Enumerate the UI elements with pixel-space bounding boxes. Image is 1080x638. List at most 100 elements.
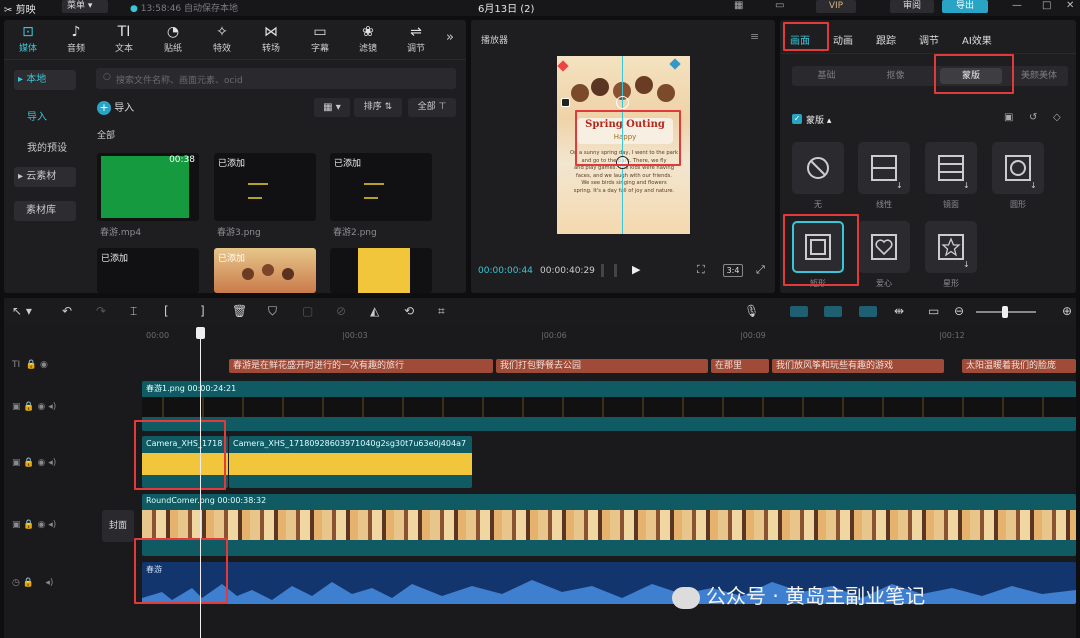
split-icon[interactable]: ⌶ [130,304,137,319]
review-button[interactable]: 审阅 [890,0,934,13]
sidebar-item-import[interactable]: 导入 [27,108,47,123]
media-item-3[interactable]: 已添加 [97,248,199,293]
reverse-icon[interactable]: ⊘ [336,304,346,318]
subtab-cutout[interactable]: 抠像 [861,66,930,86]
expand-icon[interactable]: » [446,30,454,45]
media-item-0[interactable]: 00:38 [97,153,199,221]
magnet-toggle-icon[interactable] [824,306,842,317]
keyframe-icon[interactable]: ▣ [1004,112,1013,123]
category-audio[interactable]: ♪ 音频 [56,24,96,54]
tab-adjust[interactable]: 调节 [919,32,939,47]
trim-left-icon[interactable]: [ [164,304,169,318]
media-item-1[interactable]: 已添加 [214,153,316,221]
tab-tracking[interactable]: 跟踪 [876,32,896,47]
eye-icon: ◉ [37,520,46,530]
mask-option-circle[interactable]: ↓ [992,142,1044,194]
subtitle-clip[interactable]: 太阳温暖着我们的脸庞 [962,359,1076,373]
cover-button[interactable]: 封面 [102,510,134,542]
mask-option-star[interactable]: ↓ [925,221,977,273]
view-toggle-button[interactable]: ▦ ▾ [314,98,350,117]
video-clip-roundcorner[interactable]: RoundComer.png 00:00:38:32 [142,494,1076,556]
layout-icon[interactable]: ▦ [734,0,743,11]
media-item-5[interactable] [330,248,432,293]
zoom-out-icon[interactable]: ⊖ [954,304,964,318]
center-align-icon[interactable]: ⇹ [894,304,904,318]
mask-option-mirror[interactable]: ↓ [925,142,977,194]
subtitle-clip[interactable]: 我们放风筝和玩些有趣的游戏 [772,359,944,373]
mask-enable-checkbox[interactable]: ✓ [792,114,802,124]
media-item-2[interactable]: 已添加 [330,153,432,221]
zoom-slider-handle[interactable] [1002,306,1008,318]
mirror-icon[interactable]: ◭ [370,304,379,318]
undo-icon[interactable]: ↶ [62,304,72,318]
maximize-icon[interactable]: □ [1042,0,1051,11]
sidebar-item-library[interactable]: 素材库 [14,201,76,221]
vip-button[interactable]: VIP [816,0,856,13]
close-icon[interactable]: ✕ [1066,0,1074,11]
frame-icon[interactable] [601,264,617,277]
menu-button[interactable]: 菜单 ▾ [62,0,108,13]
tab-ai-effects[interactable]: AI效果 [962,32,992,47]
mirror-mask-icon: ↓ [938,155,970,190]
mask-option-heart[interactable] [858,221,910,273]
microphone-icon[interactable]: 🎙 [744,304,759,318]
trim-right-icon[interactable]: ] [200,304,205,318]
delete-icon[interactable]: 🗑 [232,304,247,318]
clip-filmstrip [229,453,472,475]
fullscreen-fit-icon[interactable]: ⛶ [697,263,705,277]
media-icon: ⊡ [22,24,34,40]
preview-axis-icon[interactable] [859,306,877,317]
select-tool-icon[interactable]: ↖ ▾ [12,304,32,318]
sidebar-item-presets[interactable]: 我的预设 [27,139,67,154]
sidebar-item-local[interactable]: ▸ 本地 [14,70,76,90]
category-adjust[interactable]: ⇌ 调节 [396,24,436,54]
redo-icon[interactable]: ↷ [96,304,106,318]
category-filter[interactable]: ❀ 滤镜 [348,24,388,54]
lock-icon: 🔒 [23,458,35,468]
subtab-basic[interactable]: 基础 [792,66,861,86]
search-input[interactable]: ○ 搜索文件名称、画面元素、ocid [96,68,456,89]
caption-icon[interactable]: ▭ [928,304,939,318]
sort-button[interactable]: 排序 ⇅ [354,98,402,117]
category-bar: ⊡ 媒体 ♪ 音频 TI 文本 ◔ 贴纸 ✧ 特效 ⋈ 转场 ▭ 字幕 ❀ 滤镜 ⇌ 调节 » [4,20,466,60]
mask-option-linear[interactable]: ↓ [858,142,910,194]
audio-clip-spring[interactable]: 春游 [142,562,1076,604]
category-sticker[interactable]: ◔ 贴纸 [153,24,193,54]
filter-all-button[interactable]: 全部 ⊤ [408,98,456,117]
marker-icon[interactable]: ⛉ [268,304,277,319]
video-clip-camera2[interactable]: Camera_XHS_17180928603971040g2sg30t7u63e… [229,436,472,488]
media-item-4[interactable]: 已添加 [214,248,316,293]
video-clip-spring1[interactable]: 春游1.png 00:00:24:21 [142,381,1076,431]
category-text[interactable]: TI 文本 [104,24,144,54]
shortcut-icon[interactable]: ▭ [775,0,784,11]
minimize-icon[interactable]: — [1012,0,1022,11]
zoom-in-icon[interactable]: ⊕ [1062,304,1072,318]
category-subtitle[interactable]: ▭ 字幕 [300,24,340,54]
category-transition[interactable]: ⋈ 转场 [251,24,291,54]
reset-icon[interactable]: ↺ [1029,112,1037,123]
sidebar-item-cloud[interactable]: ▸ 云素材 [14,167,76,187]
export-button[interactable]: 导出 [942,0,988,13]
mask-handle-icon[interactable] [561,98,570,107]
mask-label: 镜面 [943,200,959,209]
subtitle-clip[interactable]: 春游是在鲜花盛开时进行的一次有趣的旅行 [229,359,493,373]
import-button[interactable]: + 导入 [97,99,134,117]
subtab-beauty[interactable]: 美颜美体 [1010,66,1068,86]
freeze-icon[interactable]: ▢ [302,304,313,318]
crop-icon[interactable]: ⌗ [438,304,445,319]
link-toggle-icon[interactable] [790,306,808,317]
rotate-handle-icon[interactable] [616,96,629,109]
ruler-tick: |00:12 [939,331,965,340]
tab-animation[interactable]: 动画 [833,32,853,47]
category-effects[interactable]: ✧ 特效 [202,24,242,54]
category-media[interactable]: ⊡ 媒体 [8,24,48,54]
player-menu-icon[interactable]: ≡ [750,30,759,43]
subtitle-clip[interactable]: 在那里 [711,359,769,373]
mask-option-none[interactable] [792,142,844,194]
diamond-icon[interactable]: ◇ [1053,112,1061,123]
subtitle-clip[interactable]: 我们打包野餐去公园 [496,359,708,373]
ratio-button[interactable]: 3:4 [723,264,743,277]
rotate-icon[interactable]: ⟲ [404,304,414,318]
play-button[interactable]: ▶ [632,263,640,276]
fullscreen-icon[interactable]: ⤢ [756,263,765,277]
